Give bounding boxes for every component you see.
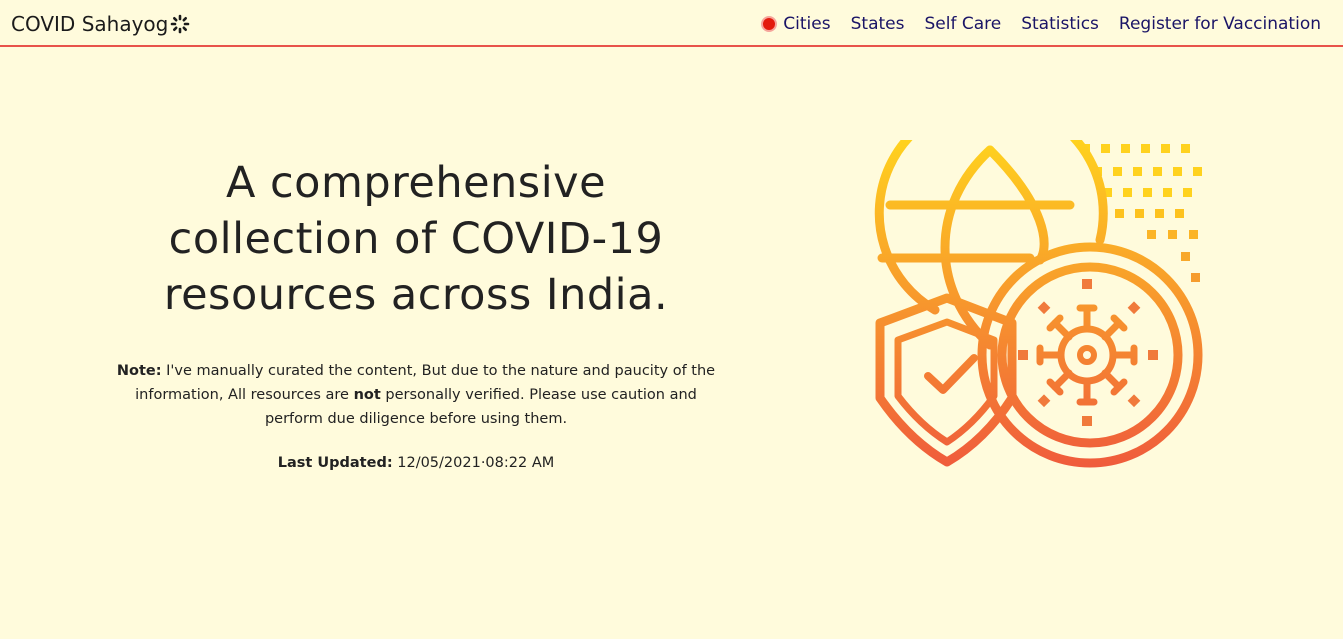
- live-dot-icon: [761, 16, 778, 32]
- last-updated-value: 12/05/2021·08:22 AM: [392, 455, 555, 471]
- nav-links: Cities States Self Care Statistics Regis…: [761, 14, 1321, 34]
- brand-logo[interactable]: COVID Sahayog: [11, 12, 190, 36]
- nav-states-label: States: [850, 14, 905, 34]
- note-label: Note:: [116, 363, 162, 379]
- nav-self-care[interactable]: Self Care: [924, 14, 1001, 34]
- nav-cities-label: Cities: [783, 14, 831, 34]
- spark-icon: [171, 14, 190, 34]
- last-updated-label: Last Updated:: [277, 455, 393, 471]
- headline-line-2: collection of COVID-19: [168, 214, 664, 264]
- note-emphasis: not: [353, 387, 381, 403]
- nav-register-vaccination[interactable]: Register for Vaccination: [1119, 14, 1321, 34]
- nav-self-care-label: Self Care: [924, 14, 1002, 34]
- nav-statistics-label: Statistics: [1021, 14, 1099, 34]
- last-updated: Last Updated: 12/05/2021·08:22 AM: [110, 455, 722, 471]
- hero-section: A comprehensive collection of COVID-19 r…: [110, 155, 722, 471]
- nav-cities[interactable]: Cities: [761, 14, 831, 34]
- virus-icon: [1036, 304, 1138, 406]
- headline-line-3: resources across India.: [163, 270, 669, 320]
- nav-states[interactable]: States: [851, 14, 905, 34]
- nav-register-vaccination-label: Register for Vaccination: [1118, 14, 1321, 34]
- navbar: COVID Sahayog Cities States Self Care St…: [0, 0, 1343, 47]
- headline-line-1: A comprehensive: [225, 158, 607, 208]
- globe-outline: [874, 140, 1108, 315]
- nav-statistics[interactable]: Statistics: [1021, 14, 1099, 34]
- brand-title: COVID Sahayog: [11, 12, 169, 36]
- disclaimer-note: Note: I've manually curated the content,…: [110, 359, 722, 431]
- hero-headline: A comprehensive collection of COVID-19 r…: [110, 155, 722, 323]
- globe-shield-virus-illustration: [874, 140, 1203, 468]
